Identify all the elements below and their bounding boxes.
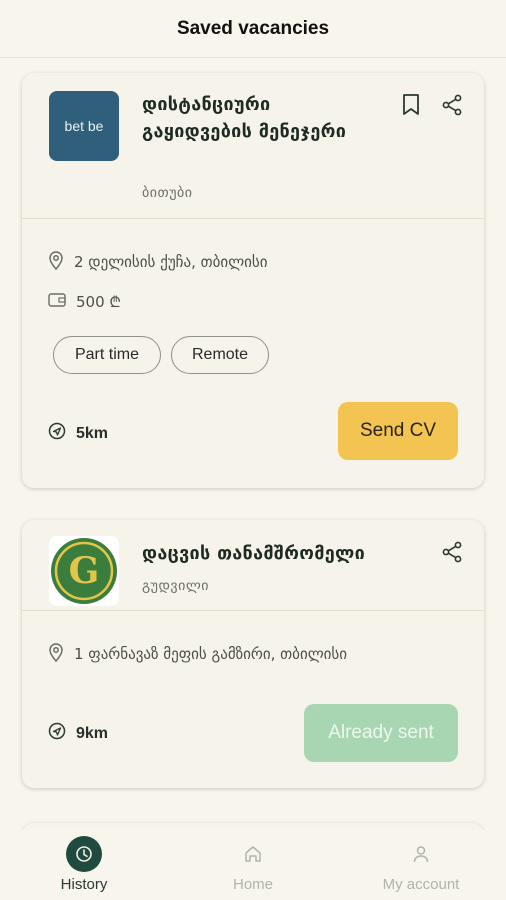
user-icon	[403, 836, 439, 872]
history-icon	[66, 836, 102, 872]
divider	[22, 610, 484, 611]
company-logo: G	[49, 536, 119, 606]
nav-history[interactable]: History	[19, 836, 149, 893]
vacancy-title[interactable]: დაცვის თანამშრომელი	[142, 540, 422, 567]
vacancy-card[interactable]: bet be დისტანციური გაყიდვების მენეჯერი ბ…	[22, 73, 484, 488]
bookmark-icon[interactable]	[399, 93, 423, 117]
nav-account[interactable]: My account	[356, 836, 486, 893]
location-pin-icon	[48, 250, 64, 274]
bottom-nav: History Home My account	[0, 830, 506, 900]
share-icon[interactable]	[440, 93, 464, 117]
send-cv-button[interactable]: Send CV	[338, 402, 458, 460]
salary-text: 500 ₾	[76, 293, 121, 311]
nav-home-label: Home	[232, 876, 273, 893]
distance-row: 9km	[48, 722, 108, 745]
company-logo-text: bet be	[64, 118, 104, 134]
distance-text: 5km	[76, 424, 109, 442]
page-title: Saved vacancies	[0, 0, 506, 58]
nav-account-label: My account	[382, 876, 460, 893]
home-icon	[235, 836, 271, 872]
company-logo-text: G	[69, 550, 100, 592]
tag-part-time[interactable]: Part time	[53, 336, 161, 374]
distance-row: 5km	[48, 422, 108, 445]
address-row: 2 დელისის ქუჩა, თბილისი	[48, 250, 268, 274]
divider	[22, 218, 484, 219]
nav-home[interactable]: Home	[188, 836, 318, 893]
share-icon[interactable]	[440, 540, 464, 564]
navigation-icon	[48, 422, 66, 445]
vacancy-title[interactable]: დისტანციური გაყიდვების მენეჯერი	[142, 91, 382, 145]
navigation-icon	[48, 722, 66, 745]
company-name: ბითუბი	[142, 185, 193, 201]
nav-history-label: History	[60, 876, 108, 893]
vacancy-card[interactable]: G დაცვის თანამშრომელი გუდვილი 1 ფარნავაზ…	[22, 520, 484, 788]
tag-remote[interactable]: Remote	[171, 336, 269, 374]
location-pin-icon	[48, 642, 64, 666]
company-name: გუდვილი	[142, 578, 209, 594]
company-logo: bet be	[49, 91, 119, 161]
distance-text: 9km	[76, 724, 109, 742]
address-row: 1 ფარნავაზ მეფის გამზირი, თბილისი	[48, 642, 347, 666]
address-text: 1 ფარნავაზ მეფის გამზირი, თბილისი	[74, 645, 348, 663]
salary-row: 500 ₾	[48, 292, 121, 312]
already-sent-button[interactable]: Already sent	[304, 704, 458, 762]
address-text: 2 დელისის ქუჩა, თბილისი	[74, 253, 268, 271]
wallet-icon	[48, 292, 66, 312]
